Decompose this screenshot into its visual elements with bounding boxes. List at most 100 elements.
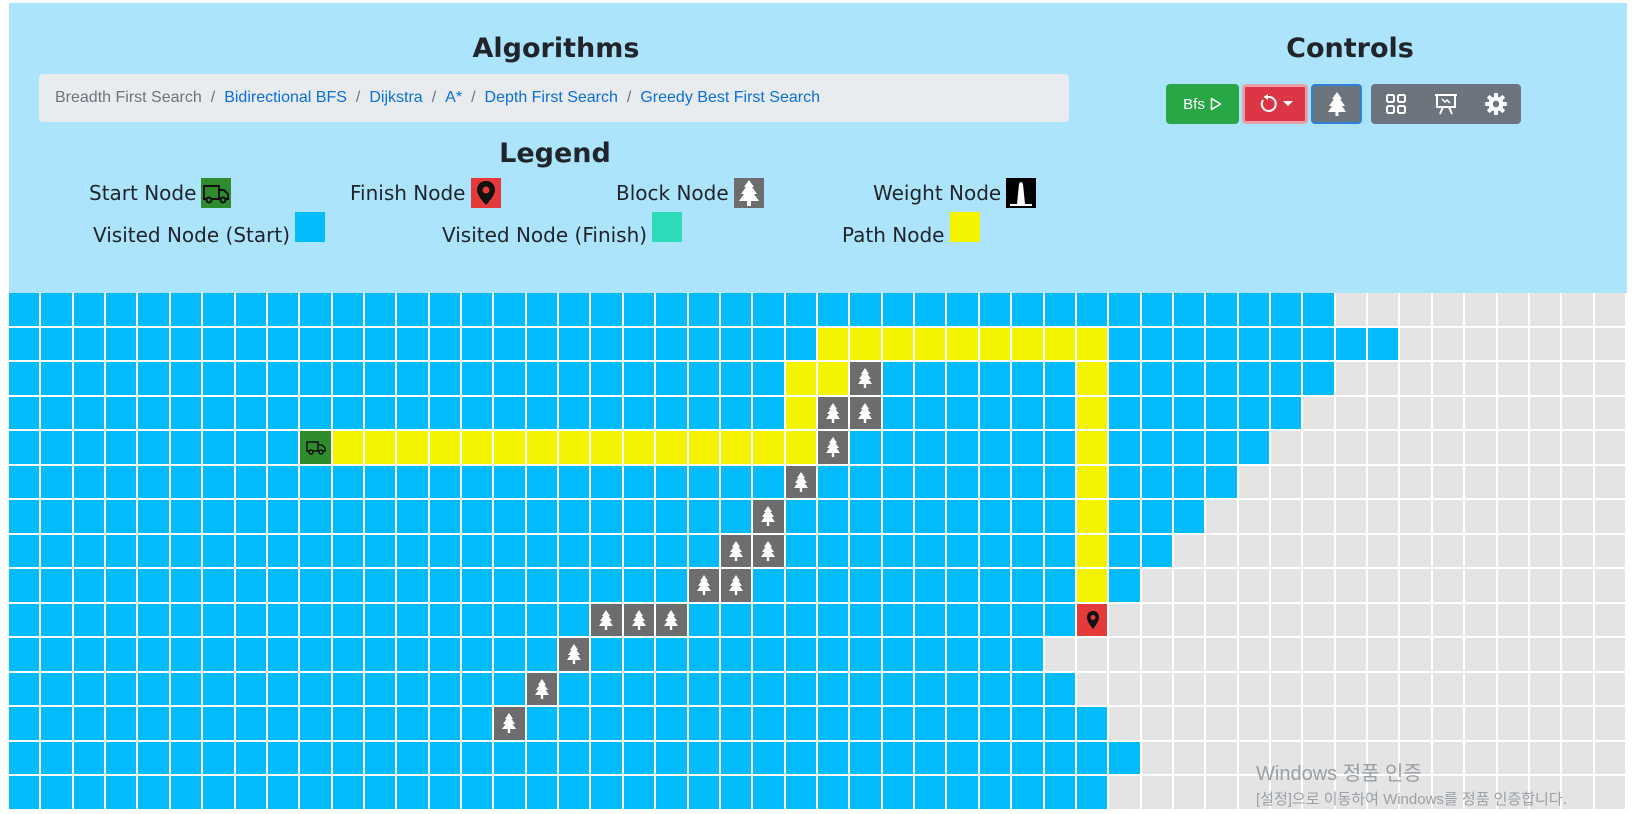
visited-node[interactable] (1206, 293, 1237, 326)
visited-node[interactable] (430, 293, 460, 326)
grid-cell[interactable] (1271, 500, 1301, 533)
visited-node[interactable] (656, 776, 687, 809)
visited-node[interactable] (689, 673, 719, 705)
block-node[interactable] (818, 431, 848, 464)
block-node[interactable] (850, 362, 881, 395)
visited-node[interactable] (397, 362, 428, 395)
visited-node[interactable] (171, 535, 201, 567)
visited-node[interactable] (527, 466, 557, 498)
visited-node[interactable] (41, 673, 72, 705)
visited-node[interactable] (591, 328, 622, 360)
visited-node[interactable] (171, 776, 201, 809)
grid-cell[interactable] (1239, 535, 1269, 567)
path-node[interactable] (462, 431, 492, 464)
visited-node[interactable] (850, 500, 881, 533)
grid-cell[interactable] (1109, 673, 1140, 705)
grid-cell[interactable] (1595, 535, 1625, 567)
visited-node[interactable] (41, 604, 72, 636)
grid-cell[interactable] (1433, 535, 1463, 567)
grid-cell[interactable] (1400, 397, 1431, 429)
visited-node[interactable] (980, 673, 1010, 705)
visited-node[interactable] (9, 707, 39, 740)
visited-node[interactable] (300, 362, 331, 395)
visited-node[interactable] (397, 742, 428, 774)
visited-node[interactable] (106, 673, 136, 705)
visited-node[interactable] (850, 293, 881, 326)
grid-cell[interactable] (1271, 673, 1301, 705)
visited-node[interactable] (656, 293, 687, 326)
visited-node[interactable] (1271, 293, 1301, 326)
block-node[interactable] (591, 604, 622, 636)
visited-node[interactable] (1045, 776, 1075, 809)
visited-node[interactable] (494, 500, 525, 533)
grid-cell[interactable] (1433, 638, 1463, 671)
visited-node[interactable] (980, 500, 1010, 533)
path-node[interactable] (947, 328, 978, 360)
visited-node[interactable] (656, 742, 687, 774)
grid-cell[interactable] (1368, 604, 1398, 636)
visited-node[interactable] (850, 707, 881, 740)
visited-node[interactable] (397, 466, 428, 498)
visited-node[interactable] (559, 500, 589, 533)
grid-cell[interactable] (1530, 569, 1560, 602)
grid-cell[interactable] (1465, 397, 1496, 429)
visited-node[interactable] (818, 466, 848, 498)
grid-cell[interactable] (1109, 776, 1140, 809)
visited-node[interactable] (947, 500, 978, 533)
grid-cell[interactable] (1142, 638, 1172, 671)
visited-node[interactable] (721, 293, 751, 326)
visited-node[interactable] (300, 638, 331, 671)
grid-cell[interactable] (1109, 707, 1140, 740)
grid-cell[interactable] (1400, 535, 1431, 567)
visited-node[interactable] (1174, 362, 1204, 395)
grid-cell[interactable] (1562, 431, 1593, 464)
grid-cell[interactable] (1400, 362, 1431, 395)
visited-node[interactable] (171, 707, 201, 740)
visited-node[interactable] (1174, 328, 1204, 360)
visited-node[interactable] (1045, 293, 1075, 326)
visited-node[interactable] (559, 328, 589, 360)
visited-node[interactable] (203, 569, 234, 602)
grid-cell[interactable] (1303, 638, 1334, 671)
grid-cell[interactable] (1498, 604, 1528, 636)
visited-node[interactable] (591, 535, 622, 567)
path-node[interactable] (624, 431, 654, 464)
algorithm-bfs[interactable]: Breadth First Search (55, 89, 202, 107)
visited-node[interactable] (1206, 328, 1237, 360)
visited-node[interactable] (138, 293, 169, 326)
visited-node[interactable] (818, 569, 848, 602)
grid-cell[interactable] (1368, 500, 1398, 533)
path-node[interactable] (786, 397, 816, 429)
visited-node[interactable] (1012, 431, 1043, 464)
visited-node[interactable] (365, 707, 395, 740)
block-node[interactable] (689, 569, 719, 602)
visited-node[interactable] (106, 707, 136, 740)
visited-node[interactable] (818, 535, 848, 567)
visited-node[interactable] (41, 293, 72, 326)
visited-node[interactable] (915, 673, 945, 705)
visited-node[interactable] (850, 569, 881, 602)
visited-node[interactable] (1142, 431, 1172, 464)
visited-node[interactable] (430, 638, 460, 671)
grid-cell[interactable] (1595, 466, 1625, 498)
visited-node[interactable] (1142, 397, 1172, 429)
visited-node[interactable] (268, 328, 298, 360)
path-node[interactable] (430, 431, 460, 464)
visited-node[interactable] (74, 707, 104, 740)
grid-cell[interactable] (1206, 673, 1237, 705)
block-node-button[interactable] (1311, 84, 1362, 124)
visited-node[interactable] (624, 293, 654, 326)
visited-node[interactable] (1142, 466, 1172, 498)
block-node[interactable] (494, 707, 525, 740)
grid-cell[interactable] (1465, 431, 1496, 464)
visited-node[interactable] (300, 293, 331, 326)
visited-node[interactable] (527, 707, 557, 740)
visited-node[interactable] (365, 673, 395, 705)
visited-node[interactable] (9, 362, 39, 395)
visited-node[interactable] (171, 431, 201, 464)
grid-cell[interactable] (1174, 673, 1204, 705)
visited-node[interactable] (74, 397, 104, 429)
visited-node[interactable] (721, 397, 751, 429)
path-node[interactable] (494, 431, 525, 464)
grid-cell[interactable] (1465, 328, 1496, 360)
